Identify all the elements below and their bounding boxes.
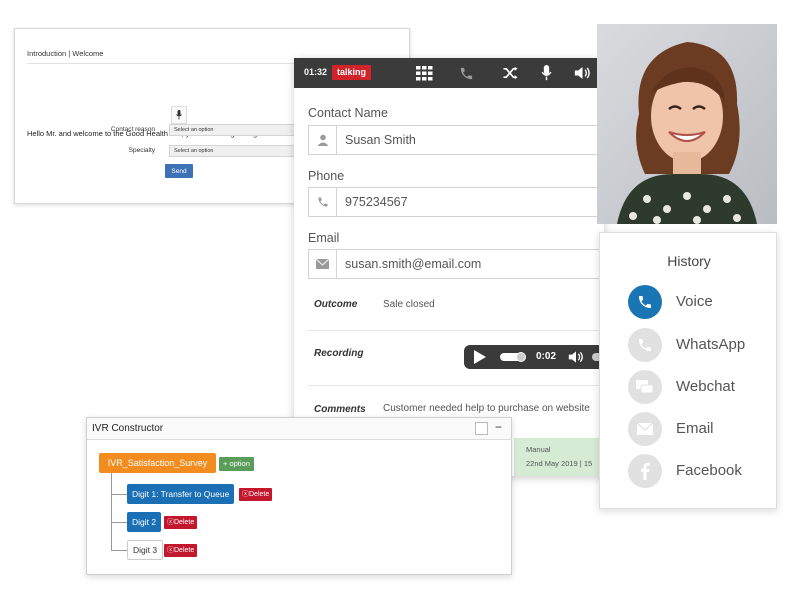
history-item-label: Facebook xyxy=(676,462,742,479)
phone-icon xyxy=(460,67,472,79)
ivr-constructor: IVR Constructor − IVR_Satisfaction_Surve… xyxy=(86,417,512,575)
contact-name-field[interactable]: Susan Smith xyxy=(308,125,604,155)
whatsapp-icon xyxy=(628,328,662,362)
add-option-button[interactable]: + option xyxy=(219,457,254,471)
tree-connector xyxy=(111,473,112,551)
shuffle-icon xyxy=(503,66,517,80)
microphone-icon xyxy=(176,110,182,120)
script-title: Introduction | Welcome xyxy=(27,49,104,58)
comments-label: Comments xyxy=(314,404,366,415)
phone-value: 975234567 xyxy=(345,195,408,209)
ivr-node-digit-3[interactable]: Digit 3 xyxy=(127,540,164,560)
keypad-icon xyxy=(415,65,432,80)
minimize-button[interactable]: − xyxy=(495,420,502,434)
transfer-button[interactable] xyxy=(500,64,520,82)
audio-player: 0:02 xyxy=(464,345,604,369)
history-item-label: Voice xyxy=(676,293,713,310)
hangup-button[interactable] xyxy=(456,64,476,82)
maximize-button[interactable] xyxy=(475,422,488,435)
tree-connector xyxy=(111,494,127,495)
history-title: History xyxy=(667,253,711,269)
speaker-icon xyxy=(574,67,590,79)
contact-name-value: Susan Smith xyxy=(345,133,416,147)
mute-button[interactable] xyxy=(536,64,556,82)
phone-icon xyxy=(309,188,337,216)
speaker-icon xyxy=(568,351,583,363)
delete-button[interactable]: ⓧDelete xyxy=(164,544,198,557)
person-icon xyxy=(309,126,337,154)
tree-connector xyxy=(111,522,127,523)
interaction-log-entry: Manual 22nd May 2019 | 15 xyxy=(514,438,604,476)
volume-button[interactable] xyxy=(568,350,584,369)
keypad-button[interactable] xyxy=(414,64,434,82)
contact-name-label: Contact Name xyxy=(308,106,388,120)
ivr-node-digit-1[interactable]: Digit 1: Transfer to Queue xyxy=(127,484,235,504)
phone-field[interactable]: 975234567 xyxy=(308,187,604,217)
slider-handle[interactable] xyxy=(516,352,526,362)
delete-button[interactable]: ⓧDelete xyxy=(239,488,273,501)
history-item-facebook[interactable]: Facebook xyxy=(628,454,778,488)
contact-reason-label: Contact reason xyxy=(110,126,155,133)
email-field[interactable]: susan.smith@email.com xyxy=(308,249,604,279)
comments-value: Customer needed help to purchase on webs… xyxy=(383,403,590,414)
history-item-voice[interactable]: Voice xyxy=(628,285,778,319)
phone-icon xyxy=(628,285,662,319)
history-item-label: Email xyxy=(676,420,714,437)
phone-label: Phone xyxy=(308,169,345,183)
chat-icon xyxy=(628,370,662,404)
history-item-label: Webchat xyxy=(676,378,735,395)
call-timer: 01:32 xyxy=(304,67,328,77)
microphone-button[interactable] xyxy=(171,106,187,124)
recording-label: Recording xyxy=(314,348,364,359)
log-type: Manual xyxy=(526,445,551,454)
divider xyxy=(308,385,604,386)
ivr-title: IVR Constructor xyxy=(92,423,164,434)
history-item-whatsapp[interactable]: WhatsApp xyxy=(628,328,778,362)
play-icon xyxy=(474,350,486,364)
facebook-icon xyxy=(628,454,662,488)
ivr-root-node[interactable]: IVR_Satisfaction_Survey xyxy=(99,453,216,473)
history-card: History Voice WhatsApp Webchat Email Fac… xyxy=(599,232,777,509)
volume-button[interactable] xyxy=(572,64,592,82)
history-item-webchat[interactable]: Webchat xyxy=(628,370,778,404)
log-date: 22nd May 2019 | 15 xyxy=(526,459,593,468)
contact-panel: 01:32 talking Contact Name Susan Smith P… xyxy=(294,58,604,476)
envelope-icon xyxy=(309,250,337,278)
envelope-icon xyxy=(628,412,662,446)
call-toolbar: 01:32 talking xyxy=(294,58,604,88)
history-item-label: WhatsApp xyxy=(676,336,746,353)
ivr-header: IVR Constructor − xyxy=(87,418,511,440)
outcome-label: Outcome xyxy=(314,299,358,310)
divider xyxy=(308,330,604,331)
delete-button[interactable]: ⓧDelete xyxy=(164,516,198,529)
tree-connector xyxy=(111,550,127,551)
ivr-node-digit-2[interactable]: Digit 2 xyxy=(127,512,162,532)
specialty-label: Specialty xyxy=(128,147,155,154)
email-label: Email xyxy=(308,231,340,245)
recording-time: 0:02 xyxy=(536,351,557,362)
microphone-icon xyxy=(540,65,552,81)
status-badge: talking xyxy=(332,65,372,80)
outcome-value: Sale closed xyxy=(383,299,435,310)
history-item-email[interactable]: Email xyxy=(628,412,778,446)
agent-photo xyxy=(597,24,777,224)
send-button[interactable]: Send xyxy=(165,164,193,178)
play-button[interactable] xyxy=(474,350,486,369)
email-value: susan.smith@email.com xyxy=(345,257,482,271)
